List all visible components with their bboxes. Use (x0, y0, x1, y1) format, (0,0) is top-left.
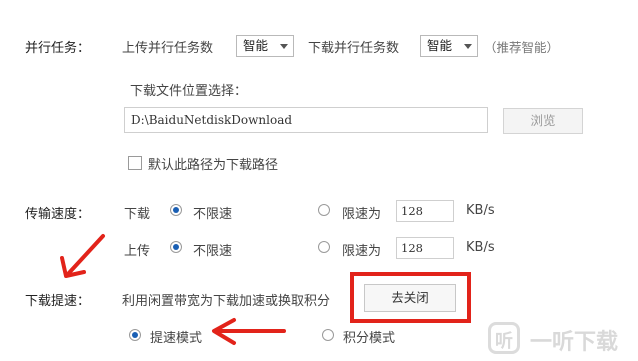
watermark-logo-char: 听 (495, 331, 513, 352)
annotation-arrows (60, 234, 286, 345)
arrow-icon (60, 234, 105, 278)
watermark-text: 一听下载 (530, 330, 619, 355)
arrow-icon (212, 318, 286, 345)
watermark-logo: 听 (488, 322, 520, 354)
